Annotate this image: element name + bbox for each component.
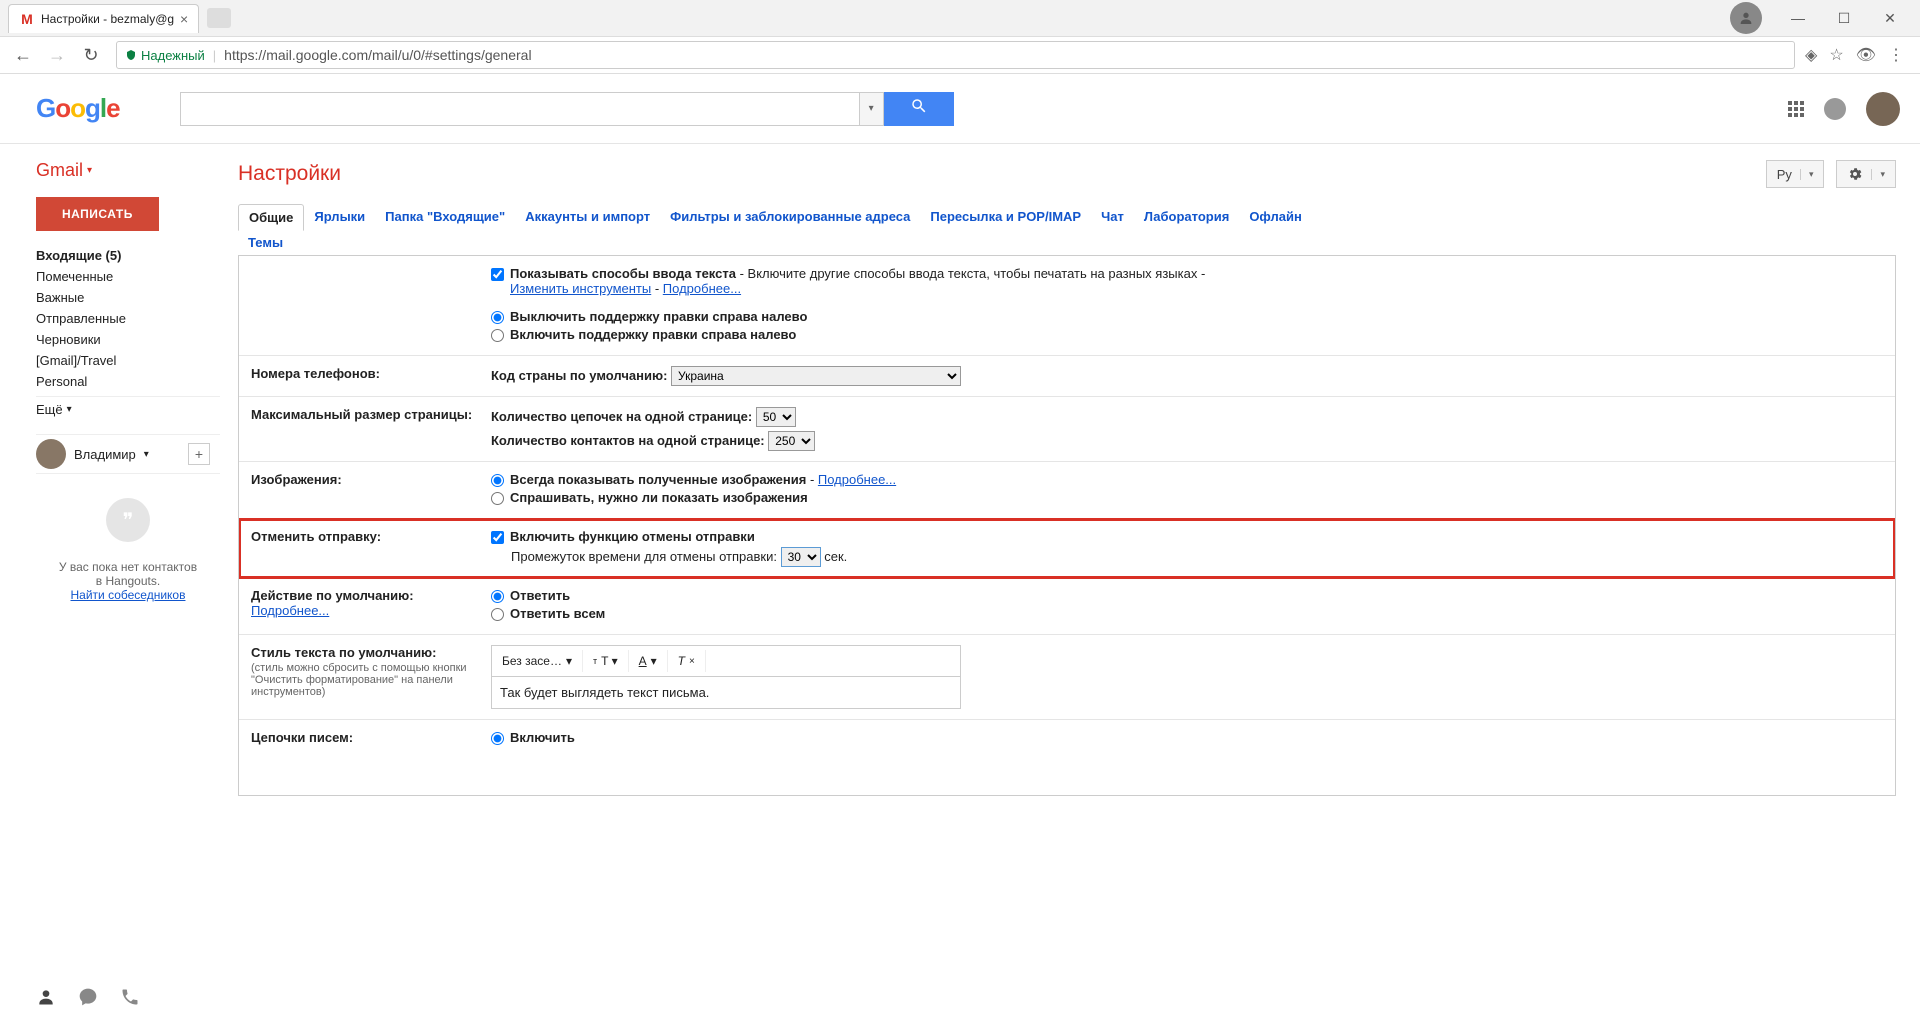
- nav-drafts[interactable]: Черновики: [36, 329, 220, 350]
- settings-gear-button[interactable]: ▾: [1836, 160, 1896, 188]
- language-button[interactable]: Ру▾: [1766, 160, 1825, 188]
- reload-button[interactable]: ↻: [76, 40, 106, 70]
- images-always-radio[interactable]: Всегда показывать полученные изображения…: [491, 472, 1883, 487]
- images-more-link[interactable]: Подробнее...: [818, 472, 896, 487]
- back-button[interactable]: ←: [8, 40, 38, 70]
- text-sample: Так будет выглядеть текст письма.: [491, 677, 961, 709]
- undo-period-select[interactable]: 30: [781, 547, 821, 567]
- url-text: https://mail.google.com/mail/u/0/#settin…: [224, 47, 531, 63]
- default-action-label: Действие по умолчанию: Подробнее...: [251, 588, 491, 618]
- browser-tab[interactable]: M Настройки - bezmaly@g ×: [8, 4, 199, 33]
- hangouts-contacts-icon[interactable]: [36, 987, 56, 1012]
- settings-tabs: Общие Ярлыки Папка "Входящие" Аккаунты и…: [238, 204, 1896, 256]
- secure-badge: Надежный: [125, 48, 205, 63]
- font-color-select[interactable]: A ▾: [629, 650, 668, 672]
- compose-button[interactable]: НАПИСАТЬ: [36, 197, 159, 231]
- menu-icon[interactable]: ⋮: [1888, 45, 1904, 65]
- search-button[interactable]: [884, 92, 954, 126]
- eye-icon[interactable]: 👁: [1856, 45, 1876, 65]
- window-maximize-icon[interactable]: ☐: [1822, 4, 1866, 32]
- text-style-label: Стиль текста по умолчанию: (стиль можно …: [251, 645, 491, 698]
- change-tools-link[interactable]: Изменить инструменты: [510, 281, 651, 296]
- tab-themes[interactable]: Темы: [238, 230, 293, 255]
- hangouts-avatar: [36, 439, 66, 469]
- pagesize-label: Максимальный размер страницы:: [251, 407, 491, 422]
- tab-general[interactable]: Общие: [238, 204, 304, 231]
- reply-radio[interactable]: Ответить: [491, 588, 1883, 603]
- chrome-profile-icon[interactable]: [1730, 2, 1762, 34]
- tab-labs[interactable]: Лаборатория: [1134, 204, 1239, 230]
- images-ask-radio[interactable]: Спрашивать, нужно ли показать изображени…: [491, 490, 1883, 505]
- google-logo[interactable]: Google: [36, 93, 120, 124]
- tab-title: Настройки - bezmaly@g: [41, 12, 174, 26]
- tab-accounts[interactable]: Аккаунты и импорт: [515, 204, 660, 230]
- hangouts-add-button[interactable]: +: [188, 443, 210, 465]
- nav-important[interactable]: Важные: [36, 287, 220, 308]
- notifications-icon[interactable]: [1824, 98, 1846, 120]
- threads-label: Цепочки писем:: [251, 730, 491, 745]
- page-title: Настройки: [238, 162, 341, 186]
- gmail-favicon: M: [19, 11, 35, 27]
- images-label: Изображения:: [251, 472, 491, 487]
- diamond-icon[interactable]: ◈: [1805, 45, 1817, 65]
- nav-starred[interactable]: Помеченные: [36, 266, 220, 287]
- apps-grid-icon[interactable]: [1788, 101, 1804, 117]
- hangouts-chat-icon[interactable]: [78, 987, 98, 1012]
- text-style-toolbar[interactable]: Без засе… ▾ тT ▾ A ▾ T×: [491, 645, 961, 677]
- hangouts-quote-icon: ❞: [106, 498, 150, 542]
- contacts-per-page-select[interactable]: 250: [768, 431, 815, 451]
- hangouts-empty-text: У вас пока нет контактов в Hangouts.: [48, 560, 208, 588]
- nav-sent[interactable]: Отправленные: [36, 308, 220, 329]
- tab-filters[interactable]: Фильтры и заблокированные адреса: [660, 204, 920, 230]
- threads-per-page-select[interactable]: 50: [756, 407, 796, 427]
- font-family-select[interactable]: Без засе… ▾: [492, 650, 583, 672]
- window-close-icon[interactable]: ✕: [1868, 4, 1912, 32]
- tab-offline[interactable]: Офлайн: [1239, 204, 1312, 230]
- phone-label: Номера телефонов:: [251, 366, 491, 381]
- new-tab-button[interactable]: [207, 8, 231, 28]
- window-minimize-icon[interactable]: —: [1776, 4, 1820, 32]
- tab-labels[interactable]: Ярлыки: [304, 204, 375, 230]
- search-dropdown[interactable]: ▾: [860, 92, 884, 126]
- tab-close-icon[interactable]: ×: [180, 11, 188, 27]
- account-avatar[interactable]: [1866, 92, 1900, 126]
- default-action-more-link[interactable]: Подробнее...: [251, 603, 329, 618]
- nav-personal[interactable]: Personal: [36, 371, 220, 392]
- threads-on-radio[interactable]: Включить: [491, 730, 1883, 745]
- clear-formatting-button[interactable]: T×: [668, 650, 706, 672]
- font-size-select[interactable]: тT ▾: [583, 650, 629, 672]
- hangouts-find-link[interactable]: Найти собеседников: [71, 588, 186, 602]
- nav-travel[interactable]: [Gmail]/Travel: [36, 350, 220, 371]
- tab-chat[interactable]: Чат: [1091, 204, 1134, 230]
- reply-all-radio[interactable]: Ответить всем: [491, 606, 1883, 621]
- tab-forwarding[interactable]: Пересылка и POP/IMAP: [920, 204, 1091, 230]
- nav-inbox[interactable]: Входящие (5): [36, 245, 220, 266]
- gmail-dropdown[interactable]: Gmail▾: [36, 160, 220, 181]
- forward-button[interactable]: →: [42, 40, 72, 70]
- undo-enable-checkbox[interactable]: Включить функцию отмены отправки: [491, 529, 1883, 544]
- input-methods-checkbox[interactable]: Показывать способы ввода текста - Включи…: [491, 266, 1883, 296]
- hangouts-user[interactable]: Владимир ▾ +: [36, 434, 220, 474]
- folder-list: Входящие (5) Помеченные Важные Отправлен…: [36, 245, 220, 420]
- nav-more[interactable]: Ещё▾: [36, 396, 220, 420]
- search-input[interactable]: [180, 92, 860, 126]
- star-icon[interactable]: ☆: [1829, 45, 1843, 65]
- undo-send-label: Отменить отправку:: [251, 529, 491, 544]
- input-more-link[interactable]: Подробнее...: [663, 281, 741, 296]
- country-select[interactable]: Украина: [671, 366, 961, 386]
- address-bar[interactable]: Надежный | https://mail.google.com/mail/…: [116, 41, 1795, 69]
- hangouts-phone-icon[interactable]: [120, 987, 140, 1012]
- tab-inbox[interactable]: Папка "Входящие": [375, 204, 515, 230]
- rtl-off-radio[interactable]: Выключить поддержку правки справа налево: [491, 309, 1883, 324]
- rtl-on-radio[interactable]: Включить поддержку правки справа налево: [491, 327, 1883, 342]
